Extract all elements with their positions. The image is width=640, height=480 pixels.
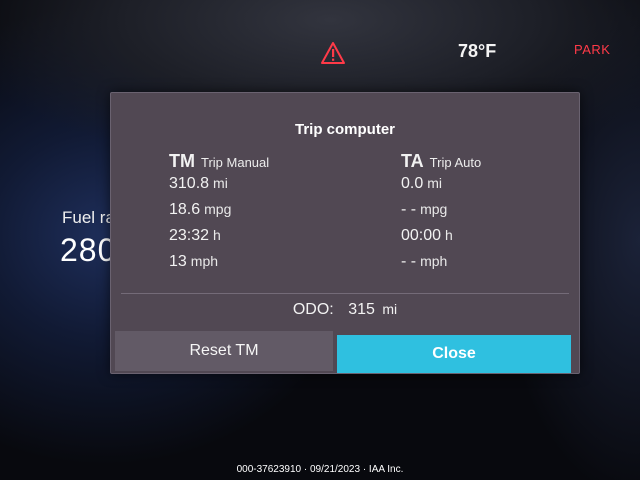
reset-tm-button[interactable]: Reset TM — [115, 331, 333, 371]
trip-computer-dialog: Trip computer TM Trip Manual 310.8 mi 18… — [110, 92, 580, 374]
warning-triangle-icon — [320, 41, 346, 65]
tm-time: 23:32 h — [169, 227, 269, 253]
ta-fuel-economy: - - mpg — [401, 201, 481, 227]
ta-distance: 0.0 mi — [401, 175, 481, 201]
trip-auto-column: TA Trip Auto 0.0 mi - - mpg 00:00 h - - … — [401, 151, 481, 279]
trip-auto-abbr: TA — [401, 151, 424, 171]
fuel-range-value: 280 — [60, 232, 117, 268]
odometer-value: 315 — [348, 301, 375, 318]
ta-avg-speed-unit: mph — [420, 253, 448, 269]
ta-avg-speed: - - mph — [401, 253, 481, 279]
ta-time-unit: h — [445, 227, 453, 243]
odometer-unit: mi — [382, 301, 398, 317]
tm-distance: 310.8 mi — [169, 175, 269, 201]
trip-manual-header: TM Trip Manual — [169, 151, 269, 175]
odometer-label: ODO: — [292, 301, 334, 318]
gear-indicator: PARK — [574, 42, 611, 57]
instrument-cluster: 78°F PARK Fuel ra 280 Trip computer TM T… — [0, 0, 640, 480]
tm-avg-speed: 13 mph — [169, 253, 269, 279]
tm-time-unit: h — [213, 227, 221, 243]
status-bar: 78°F PARK — [0, 0, 640, 80]
tm-fuel-economy: 18.6 mpg — [169, 201, 269, 227]
dialog-title: Trip computer — [294, 121, 395, 138]
divider — [121, 293, 569, 294]
ta-avg-speed-value: - - — [401, 253, 417, 270]
ta-distance-unit: mi — [427, 175, 443, 191]
trip-auto-name: Trip Auto — [429, 155, 482, 170]
ta-fuel-economy-unit: mpg — [420, 201, 448, 217]
tm-avg-speed-unit: mph — [190, 253, 219, 269]
tm-fuel-economy-value: 18.6 — [169, 201, 201, 218]
tm-avg-speed-value: 13 — [169, 253, 187, 270]
photo-caption: 000-37623910 · 09/21/2023 · IAA Inc. — [236, 464, 404, 475]
tm-distance-unit: mi — [213, 175, 228, 191]
tm-distance-value: 310.8 — [169, 175, 210, 192]
ta-distance-value: 0.0 — [401, 175, 424, 192]
trip-manual-column: TM Trip Manual 310.8 mi 18.6 mpg 23:32 h… — [169, 151, 269, 279]
tm-fuel-economy-unit: mpg — [204, 201, 232, 217]
ta-time-value: 00:00 — [401, 227, 442, 244]
odometer: ODO: 315 mi — [111, 301, 579, 319]
trip-auto-header: TA Trip Auto — [401, 151, 481, 175]
close-button[interactable]: Close — [337, 335, 571, 373]
fuel-range-label: Fuel ra — [62, 208, 115, 227]
trip-manual-abbr: TM — [169, 151, 195, 171]
ta-time: 00:00 h — [401, 227, 481, 253]
tm-time-value: 23:32 — [169, 227, 210, 244]
trip-manual-name: Trip Manual — [201, 155, 270, 170]
ta-fuel-economy-value: - - — [401, 201, 417, 218]
outside-temperature: 78°F — [458, 41, 497, 61]
